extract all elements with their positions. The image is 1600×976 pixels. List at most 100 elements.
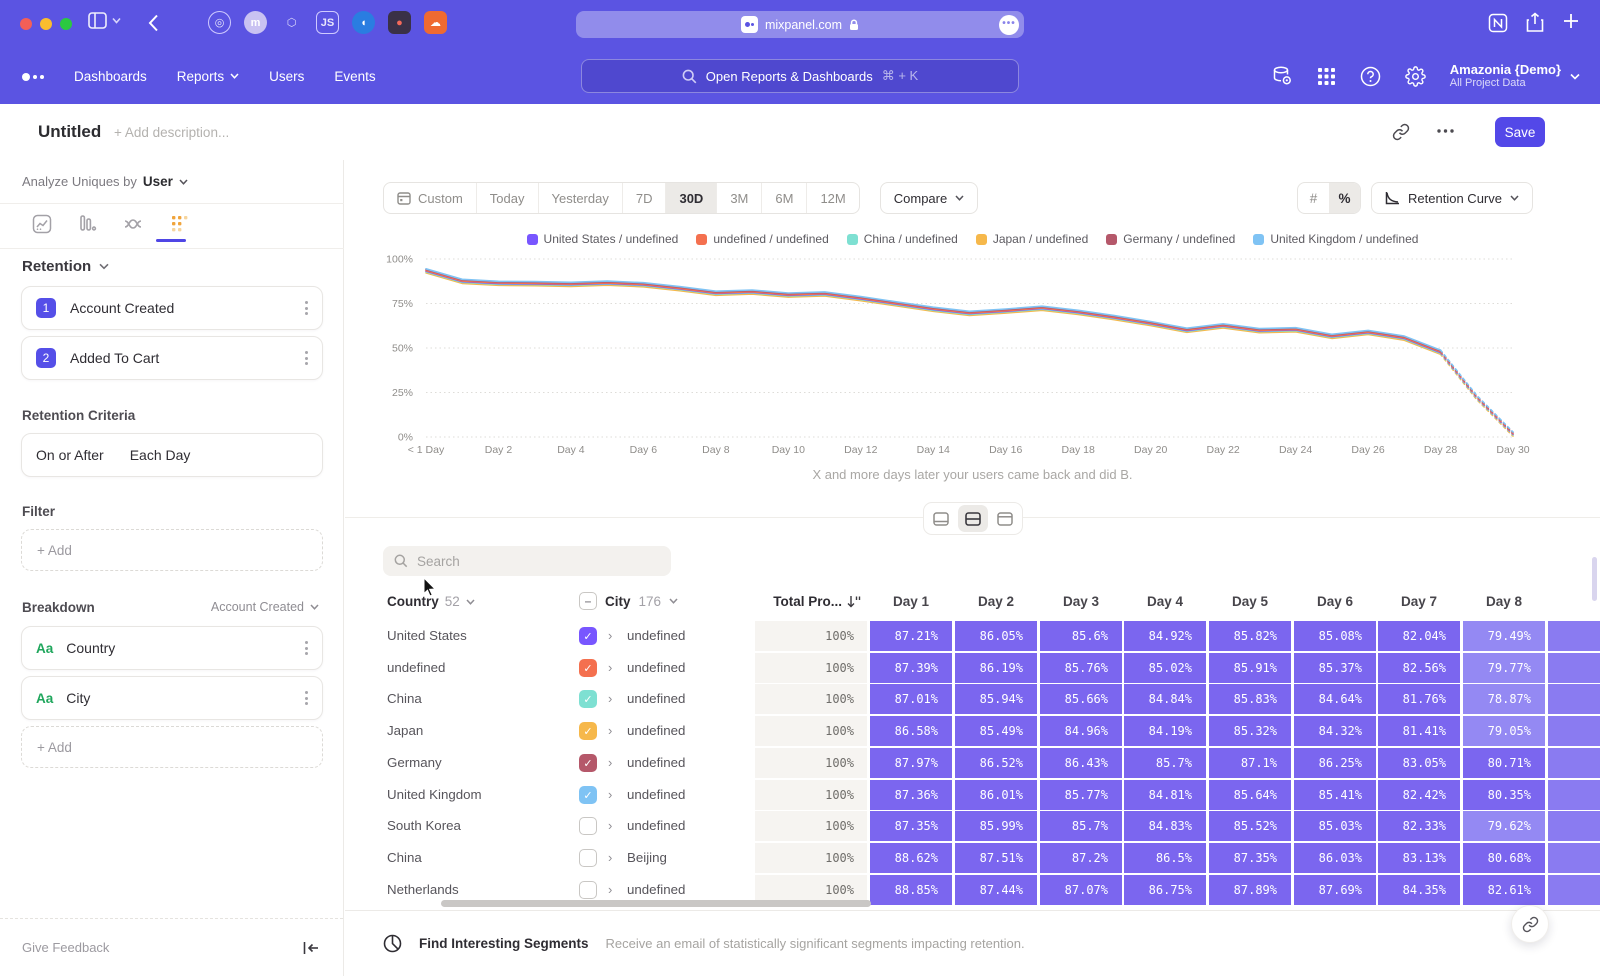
range-3m[interactable]: 3M bbox=[717, 183, 762, 213]
day-column-header[interactable]: Day 8 bbox=[1463, 594, 1545, 609]
retention-cell[interactable]: 87.97% bbox=[870, 748, 952, 778]
fullscreen-window-button[interactable] bbox=[60, 18, 72, 30]
tab-flows[interactable] bbox=[122, 210, 146, 238]
settings-gear-icon[interactable] bbox=[1405, 66, 1426, 87]
retention-cell[interactable]: 87.36% bbox=[870, 780, 952, 810]
expand-row-icon[interactable]: › bbox=[608, 723, 612, 738]
expand-row-icon[interactable]: › bbox=[608, 660, 612, 675]
global-search-button[interactable]: Open Reports & Dashboards ⌘ + K bbox=[581, 59, 1019, 93]
expand-row-icon[interactable]: › bbox=[608, 691, 612, 706]
retention-cell[interactable]: 85.32% bbox=[1209, 716, 1291, 746]
criteria-on-or-after[interactable]: On or After bbox=[36, 447, 104, 463]
range-12m[interactable]: 12M bbox=[807, 183, 858, 213]
nav-link-reports[interactable]: Reports bbox=[177, 69, 239, 84]
retention-cell[interactable]: 85.41% bbox=[1294, 780, 1376, 810]
legend-item[interactable]: China / undefined bbox=[847, 232, 958, 246]
retention-cell[interactable]: 87.89% bbox=[1209, 875, 1291, 905]
day-column-header[interactable]: Day 1 bbox=[870, 594, 952, 609]
retention-cell[interactable]: 88.62% bbox=[870, 843, 952, 873]
breakdown-card-city[interactable]: Aa City bbox=[21, 676, 323, 720]
checked-checkbox[interactable]: ✓ bbox=[579, 722, 597, 740]
retention-cell[interactable]: 88.85% bbox=[870, 875, 952, 905]
retention-cell[interactable]: 84.35% bbox=[1378, 875, 1460, 905]
nav-link-events[interactable]: Events bbox=[334, 69, 375, 84]
retention-cell[interactable]: 87.44% bbox=[955, 875, 1037, 905]
view-table-only-button[interactable] bbox=[990, 505, 1020, 532]
expand-row-icon[interactable]: › bbox=[608, 850, 612, 865]
retention-cell[interactable]: 85.37% bbox=[1294, 653, 1376, 683]
retention-cell[interactable]: 82.04% bbox=[1378, 621, 1460, 651]
help-icon[interactable] bbox=[1360, 66, 1381, 87]
retention-cell[interactable]: 84.92% bbox=[1124, 621, 1206, 651]
expand-row-icon[interactable]: › bbox=[608, 882, 612, 897]
new-tab-icon[interactable] bbox=[1562, 12, 1580, 30]
nav-link-users[interactable]: Users bbox=[269, 69, 304, 84]
kebab-menu-icon[interactable] bbox=[305, 301, 308, 315]
retention-cell[interactable]: 85.6% bbox=[1040, 621, 1122, 651]
retention-cell[interactable]: 87.07% bbox=[1040, 875, 1122, 905]
retention-cell[interactable]: 83.05% bbox=[1378, 748, 1460, 778]
url-more-button[interactable]: ••• bbox=[999, 15, 1019, 35]
retention-cell[interactable]: 85.76% bbox=[1040, 653, 1122, 683]
row-checkbox[interactable]: ✓ bbox=[579, 786, 597, 804]
row-checkbox[interactable]: ✓ bbox=[579, 659, 597, 677]
retention-cell[interactable]: 82.33% bbox=[1378, 811, 1460, 841]
retention-cell[interactable]: 85.77% bbox=[1040, 780, 1122, 810]
more-options-icon[interactable] bbox=[1437, 129, 1454, 133]
retention-cell[interactable]: 85.52% bbox=[1209, 811, 1291, 841]
criteria-each-day[interactable]: Each Day bbox=[130, 447, 308, 463]
retention-cell[interactable]: 87.1% bbox=[1209, 748, 1291, 778]
legend-item[interactable]: United States / undefined bbox=[527, 232, 679, 246]
retention-cell[interactable]: 87.35% bbox=[1209, 843, 1291, 873]
unchecked-checkbox[interactable] bbox=[579, 881, 597, 899]
breakdown-card-country[interactable]: Aa Country bbox=[21, 626, 323, 670]
range-7d[interactable]: 7D bbox=[623, 183, 667, 213]
sidebar-toggle-icon[interactable] bbox=[88, 12, 107, 29]
vertical-scrollbar[interactable] bbox=[1592, 557, 1597, 601]
expand-row-icon[interactable]: › bbox=[608, 818, 612, 833]
extension-cloud-icon[interactable]: ☁ bbox=[424, 11, 447, 34]
extension-record-icon[interactable]: ● bbox=[388, 11, 411, 34]
retention-cell[interactable]: 86.75% bbox=[1124, 875, 1206, 905]
extension-m-icon[interactable]: m bbox=[244, 11, 267, 34]
minimize-window-button[interactable] bbox=[40, 18, 52, 30]
retention-cell[interactable]: 78.87% bbox=[1463, 684, 1545, 714]
checked-checkbox[interactable]: ✓ bbox=[579, 627, 597, 645]
apps-grid-icon[interactable] bbox=[1317, 67, 1336, 86]
url-bar[interactable]: mixpanel.com ••• bbox=[576, 11, 1024, 38]
extension-target-icon[interactable]: ◎ bbox=[208, 11, 231, 34]
row-checkbox[interactable]: ✓ bbox=[579, 754, 597, 772]
report-title[interactable]: Untitled bbox=[38, 122, 101, 142]
range-yesterday[interactable]: Yesterday bbox=[539, 183, 623, 213]
retention-cell[interactable]: 85.82% bbox=[1209, 621, 1291, 651]
retention-cell[interactable]: 86.43% bbox=[1040, 748, 1122, 778]
retention-cell[interactable]: 85.08% bbox=[1294, 621, 1376, 651]
retention-cell[interactable]: 79.49% bbox=[1463, 621, 1545, 651]
legend-item[interactable]: undefined / undefined bbox=[696, 232, 828, 246]
range-custom[interactable]: Custom bbox=[384, 183, 477, 213]
copy-link-icon[interactable] bbox=[1392, 123, 1410, 141]
row-checkbox[interactable] bbox=[579, 817, 597, 835]
unchecked-checkbox[interactable] bbox=[579, 817, 597, 835]
retention-cell[interactable]: 85.02% bbox=[1124, 653, 1206, 683]
city-column-header[interactable]: – City 176 bbox=[579, 592, 678, 610]
retention-cell[interactable]: 86.5% bbox=[1124, 843, 1206, 873]
retention-cell[interactable]: 85.7% bbox=[1040, 811, 1122, 841]
retention-cell[interactable]: 79.62% bbox=[1463, 811, 1545, 841]
project-switcher[interactable]: Amazonia {Demo} All Project Data bbox=[1450, 62, 1580, 90]
retention-cell[interactable]: 81.76% bbox=[1378, 684, 1460, 714]
compare-button[interactable]: Compare bbox=[880, 182, 978, 214]
share-link-fab[interactable] bbox=[1511, 905, 1549, 943]
checked-checkbox[interactable]: ✓ bbox=[579, 754, 597, 772]
retention-cell[interactable]: 82.56% bbox=[1378, 653, 1460, 683]
checked-checkbox[interactable]: ✓ bbox=[579, 786, 597, 804]
nav-link-dashboards[interactable]: Dashboards bbox=[74, 69, 147, 84]
retention-cell[interactable]: 85.94% bbox=[955, 684, 1037, 714]
retention-cell[interactable]: 80.35% bbox=[1463, 780, 1545, 810]
extension-js-icon[interactable]: JS bbox=[316, 11, 339, 34]
tabs-chevron-icon[interactable] bbox=[112, 17, 121, 24]
kebab-menu-icon[interactable] bbox=[305, 351, 308, 365]
filter-add-button[interactable]: + Add bbox=[21, 529, 323, 571]
breakdown-scope-selector[interactable]: Account Created bbox=[211, 600, 319, 614]
retention-cell[interactable]: 84.83% bbox=[1124, 811, 1206, 841]
